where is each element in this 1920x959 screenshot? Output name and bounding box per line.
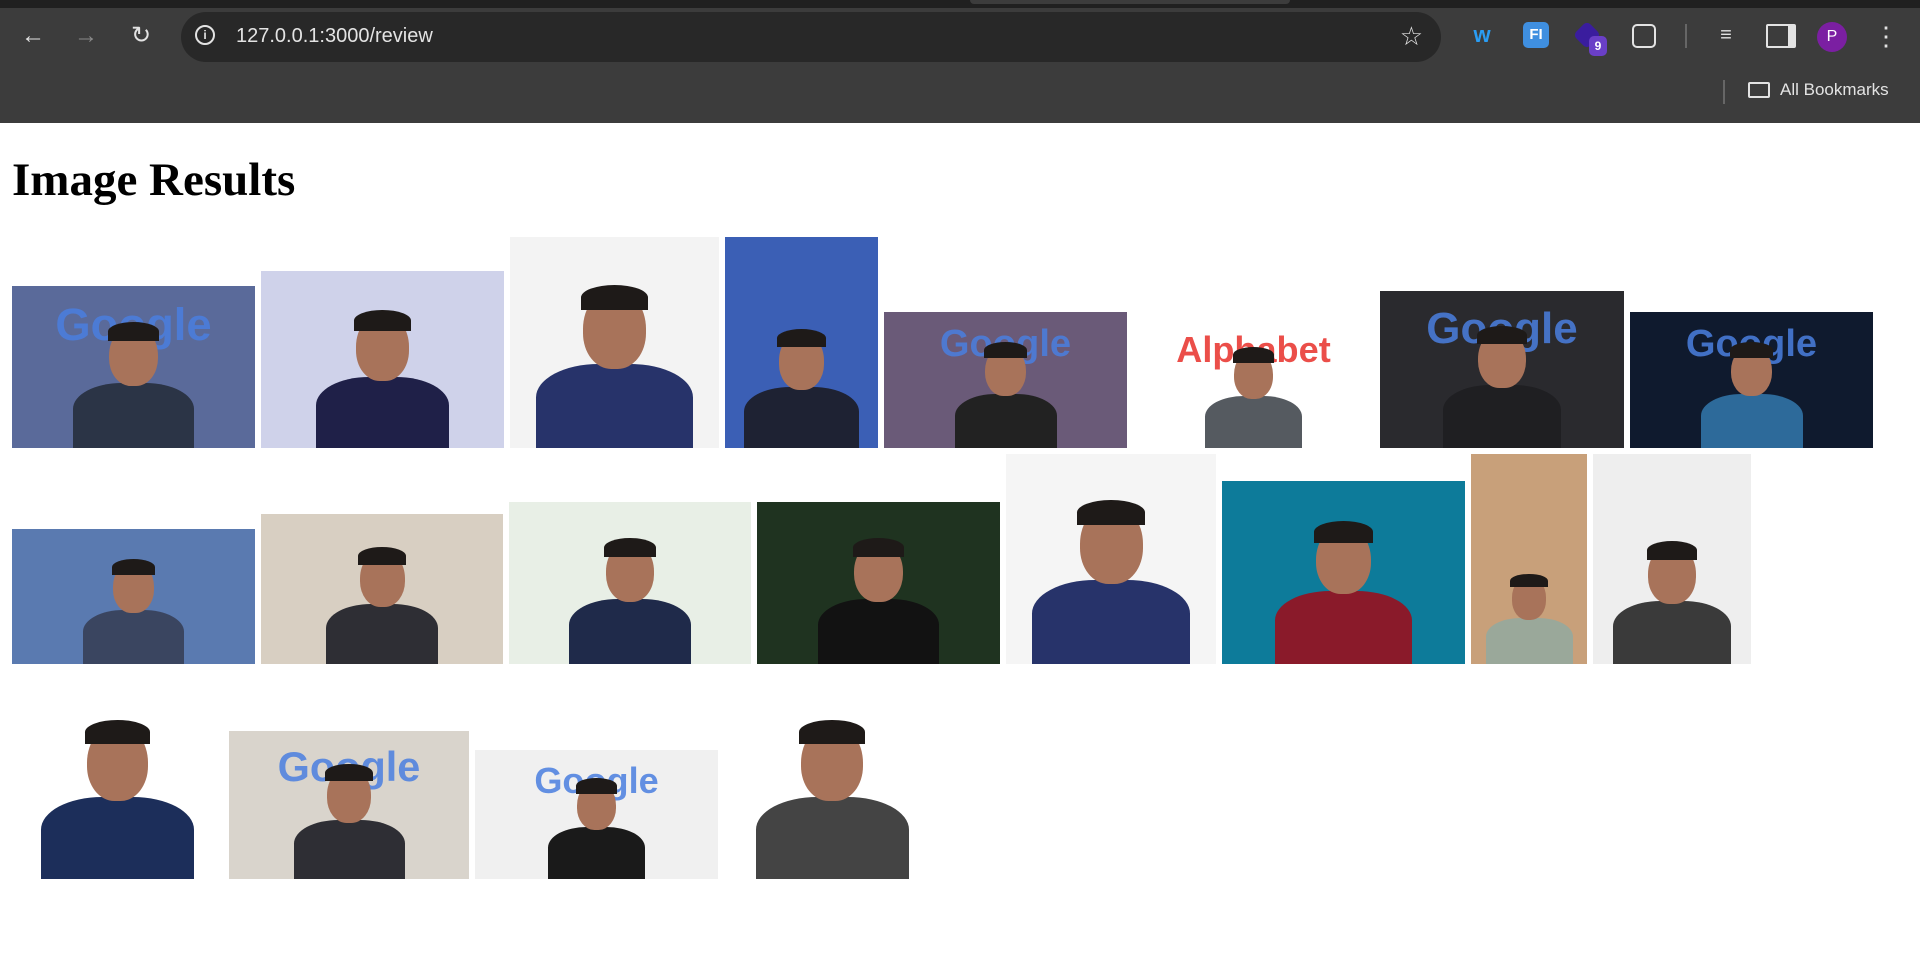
result-image[interactable]	[1006, 454, 1216, 664]
reload-icon[interactable]: ↻	[125, 20, 157, 52]
result-image[interactable]: Google	[884, 312, 1127, 448]
person-figure	[954, 393, 1057, 448]
result-image[interactable]	[261, 271, 504, 448]
person-figure	[325, 763, 373, 782]
person-figure	[354, 309, 411, 332]
address-bar[interactable]: i 127.0.0.1:3000/review ☆	[181, 12, 1441, 62]
person-figure	[1700, 393, 1803, 448]
profile-avatar[interactable]: P	[1817, 22, 1847, 52]
media-controls-icon[interactable]: ≡	[1713, 22, 1739, 48]
person-figure	[1314, 521, 1373, 544]
person-figure	[1612, 600, 1732, 664]
person-figure	[983, 341, 1028, 359]
person-figure	[111, 558, 156, 575]
person-figure	[1077, 500, 1145, 526]
person-figure	[569, 599, 691, 664]
person-figure	[107, 321, 160, 342]
result-image[interactable]	[509, 502, 751, 664]
result-image[interactable]	[1471, 454, 1587, 664]
result-image[interactable]: Google	[229, 731, 469, 879]
person-figure	[744, 386, 859, 448]
person-figure	[84, 719, 151, 745]
image-row	[12, 454, 1908, 664]
site-info-icon[interactable]: i	[195, 25, 215, 45]
person-figure	[604, 537, 656, 558]
person-figure	[755, 797, 909, 879]
result-image[interactable]	[757, 502, 1000, 664]
tab-strip	[0, 0, 1920, 8]
side-panel-icon[interactable]	[1766, 24, 1796, 48]
person-figure	[293, 819, 405, 879]
result-image[interactable]: Google	[1380, 291, 1624, 448]
result-image[interactable]	[12, 529, 255, 664]
person-figure	[1485, 617, 1573, 664]
person-figure	[1476, 325, 1528, 345]
menu-dots-icon[interactable]: ⋮	[1870, 20, 1902, 52]
person-figure	[1032, 580, 1190, 664]
person-figure	[358, 547, 406, 565]
active-tab[interactable]	[970, 0, 1290, 4]
person-figure	[325, 604, 439, 664]
person-figure	[817, 599, 940, 664]
result-image[interactable]: Google	[475, 750, 718, 879]
result-image[interactable]	[261, 514, 503, 664]
person-figure	[1232, 347, 1275, 363]
bookmark-star-icon[interactable]: ☆	[1400, 21, 1423, 52]
person-figure	[799, 719, 865, 745]
person-figure	[548, 827, 645, 879]
person-figure	[82, 610, 185, 664]
all-bookmarks-button[interactable]: All Bookmarks	[1748, 80, 1889, 100]
result-image[interactable]	[1593, 454, 1751, 664]
image-row: GoogleGoogleAlphabetGoogleGoogle	[12, 237, 1908, 448]
page-content: Image Results GoogleGoogleAlphabetGoogle…	[12, 123, 1908, 879]
person-figure	[575, 778, 618, 794]
bookmarks-divider	[1723, 80, 1725, 104]
folder-icon	[1748, 82, 1770, 98]
result-image[interactable]	[510, 237, 719, 448]
person-figure	[777, 328, 826, 348]
person-figure	[72, 383, 195, 448]
result-image[interactable]	[725, 237, 878, 448]
person-figure	[1274, 590, 1413, 664]
extensions-puzzle-icon[interactable]	[1632, 24, 1656, 48]
extension-w-icon[interactable]: w	[1469, 22, 1495, 48]
back-icon[interactable]: ←	[17, 20, 49, 52]
person-figure	[852, 537, 905, 558]
person-figure	[581, 284, 648, 311]
person-figure	[1729, 341, 1774, 359]
result-image[interactable]	[12, 675, 223, 879]
toolbar-divider	[1685, 24, 1687, 48]
page-title: Image Results	[12, 154, 296, 206]
extension-fi-icon[interactable]: FI	[1523, 22, 1549, 48]
person-figure	[536, 364, 693, 448]
result-image[interactable]	[1222, 481, 1465, 664]
person-figure	[1646, 540, 1698, 560]
person-figure	[1205, 396, 1302, 448]
forward-icon[interactable]: →	[70, 20, 102, 52]
url-text[interactable]: 127.0.0.1:3000/review	[236, 25, 433, 48]
extension-badge: 9	[1589, 36, 1607, 56]
result-image[interactable]: Google	[1630, 312, 1873, 448]
person-figure	[41, 797, 194, 879]
browser-toolbar: ← → ↻ i 127.0.0.1:3000/review ☆ w FI 9 ≡…	[0, 0, 1920, 123]
result-image[interactable]: Google	[12, 286, 255, 448]
image-row: GoogleGoogle	[12, 675, 1908, 879]
person-figure	[316, 377, 449, 448]
person-figure	[1443, 385, 1561, 448]
result-image[interactable]	[724, 675, 940, 879]
all-bookmarks-label: All Bookmarks	[1780, 80, 1889, 99]
result-image[interactable]: Alphabet	[1133, 319, 1374, 448]
person-figure	[1510, 573, 1548, 588]
